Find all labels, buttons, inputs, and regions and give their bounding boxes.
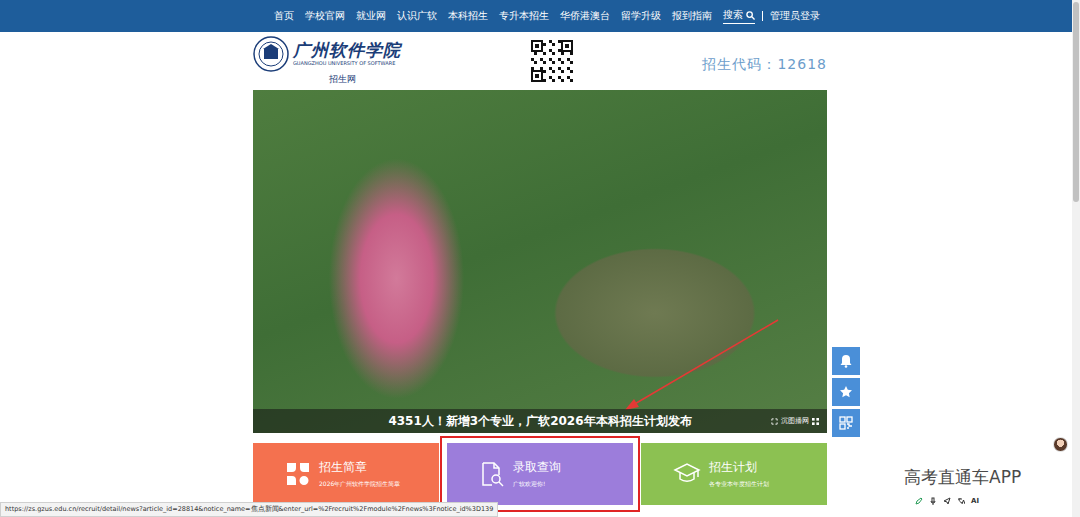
nav-item[interactable]: 华侨港澳台: [560, 10, 610, 23]
document-search-icon: [479, 461, 505, 487]
nav-item[interactable]: 就业网: [356, 10, 386, 23]
school-seal-icon: [253, 36, 289, 72]
send-icon[interactable]: [943, 497, 951, 505]
watermark: 高考直通车APP: [904, 466, 1021, 489]
nav-item[interactable]: 认识广软: [397, 10, 437, 23]
notice-button[interactable]: [832, 347, 860, 375]
nav-items: 首页学校官网就业网认识广软本科招生专升本招生华侨港澳台留学升级报到指南搜索 管理员…: [260, 9, 820, 24]
nav-item[interactable]: 学校官网: [305, 10, 345, 23]
card-title: 招生简章: [319, 459, 400, 476]
quick-link-card[interactable]: 招生计划各专业本年度招生计划: [641, 443, 827, 505]
top-nav: 首页学校官网就业网认识广软本科招生专升本招生华侨港澳台留学升级报到指南搜索 管理员…: [0, 0, 1080, 32]
admin-login[interactable]: 管理员登录: [770, 10, 820, 23]
site-header: 广州软件学院GUANGZHOU UNIVERSITY OF SOFTWARE 招生…: [253, 32, 827, 90]
favorite-button[interactable]: [832, 378, 860, 406]
quick-link-card[interactable]: 录取查询广软欢迎你!: [447, 443, 633, 505]
fullscreen-icon: [771, 418, 778, 425]
hero-photo[interactable]: 4351人！新增3个专业，广软2026年本科招生计划发布 沉图播网: [253, 90, 827, 433]
card-subtitle: 广软欢迎你!: [513, 480, 561, 489]
logo-english: GUANGZHOU UNIVERSITY OF SOFTWARE: [293, 60, 401, 66]
card-text: 招生简章 2026年广州软件学院招生简章: [319, 459, 400, 489]
pen-icon[interactable]: [915, 497, 923, 505]
scrollbar[interactable]: [1072, 0, 1080, 517]
hero-caption-bar: 4351人！新增3个专业，广软2026年本科招生计划发布 沉图播网: [253, 409, 827, 433]
card-title: 招生计划: [709, 459, 769, 476]
logo-row: 广州软件学院GUANGZHOU UNIVERSITY OF SOFTWARE: [253, 36, 401, 72]
mini-toolbar: AI: [915, 497, 979, 505]
nav-item[interactable]: 专升本招生: [499, 10, 549, 23]
nav-item[interactable]: 留学升级: [621, 10, 661, 23]
search-icon: [746, 11, 755, 20]
annotation-arrow-icon: [613, 315, 783, 415]
admissions-page: 首页学校官网就业网认识广软本科招生专升本招生华侨港澳台留学升级报到指南搜索 管理员…: [0, 0, 1080, 517]
hero-caption[interactable]: 4351人！新增3个专业，广软2026年本科招生计划发布: [388, 413, 691, 430]
star-icon: [839, 385, 853, 399]
ai-button[interactable]: AI: [971, 497, 979, 505]
card-text: 招生计划各专业本年度招生计划: [709, 459, 769, 489]
avatar-icon[interactable]: [1053, 437, 1068, 452]
search-link[interactable]: 搜索: [723, 9, 755, 24]
qr-button[interactable]: [832, 409, 860, 437]
card-subtitle: 各专业本年度招生计划: [709, 480, 769, 489]
site-name: 招生网: [329, 73, 356, 86]
nav-item[interactable]: 本科招生: [448, 10, 488, 23]
admission-code: 招生代码：12618: [702, 56, 827, 74]
qr-icon: [839, 416, 853, 430]
nav-item[interactable]: 报到指南: [672, 10, 712, 23]
status-bar-url: https://zs.gzus.edu.cn/recruit/detail/ne…: [0, 502, 498, 517]
grid-icon: [812, 418, 819, 425]
logo-name: 广州软件学院: [293, 42, 401, 61]
card-subtitle: 2026年广州软件学院招生简章: [319, 480, 400, 489]
bell-icon: [839, 354, 853, 368]
quick-link-card[interactable]: 招生简章 2026年广州软件学院招生简章: [253, 443, 439, 505]
school-logo[interactable]: 广州软件学院GUANGZHOU UNIVERSITY OF SOFTWARE 招生…: [253, 36, 401, 86]
translate-icon[interactable]: [957, 497, 965, 505]
nav-item[interactable]: 首页: [274, 10, 294, 23]
graduation-cap-icon: [673, 461, 701, 487]
card-text: 录取查询广软欢迎你!: [513, 459, 561, 489]
mic-icon[interactable]: [929, 497, 937, 505]
nav-separator: [762, 11, 763, 21]
quick-links: 招生简章 2026年广州软件学院招生简章 录取查询广软欢迎你! 招生计划各专业本年度招…: [253, 443, 827, 505]
side-buttons: [832, 347, 860, 437]
scrollbar-thumb[interactable]: [1073, 2, 1079, 202]
qr-code-icon: [531, 40, 573, 82]
leaf-icon: [285, 461, 311, 487]
card-title: 录取查询: [513, 459, 561, 476]
logo-text: 广州软件学院GUANGZHOU UNIVERSITY OF SOFTWARE: [293, 42, 401, 67]
hero-action[interactable]: 沉图播网: [771, 416, 819, 426]
